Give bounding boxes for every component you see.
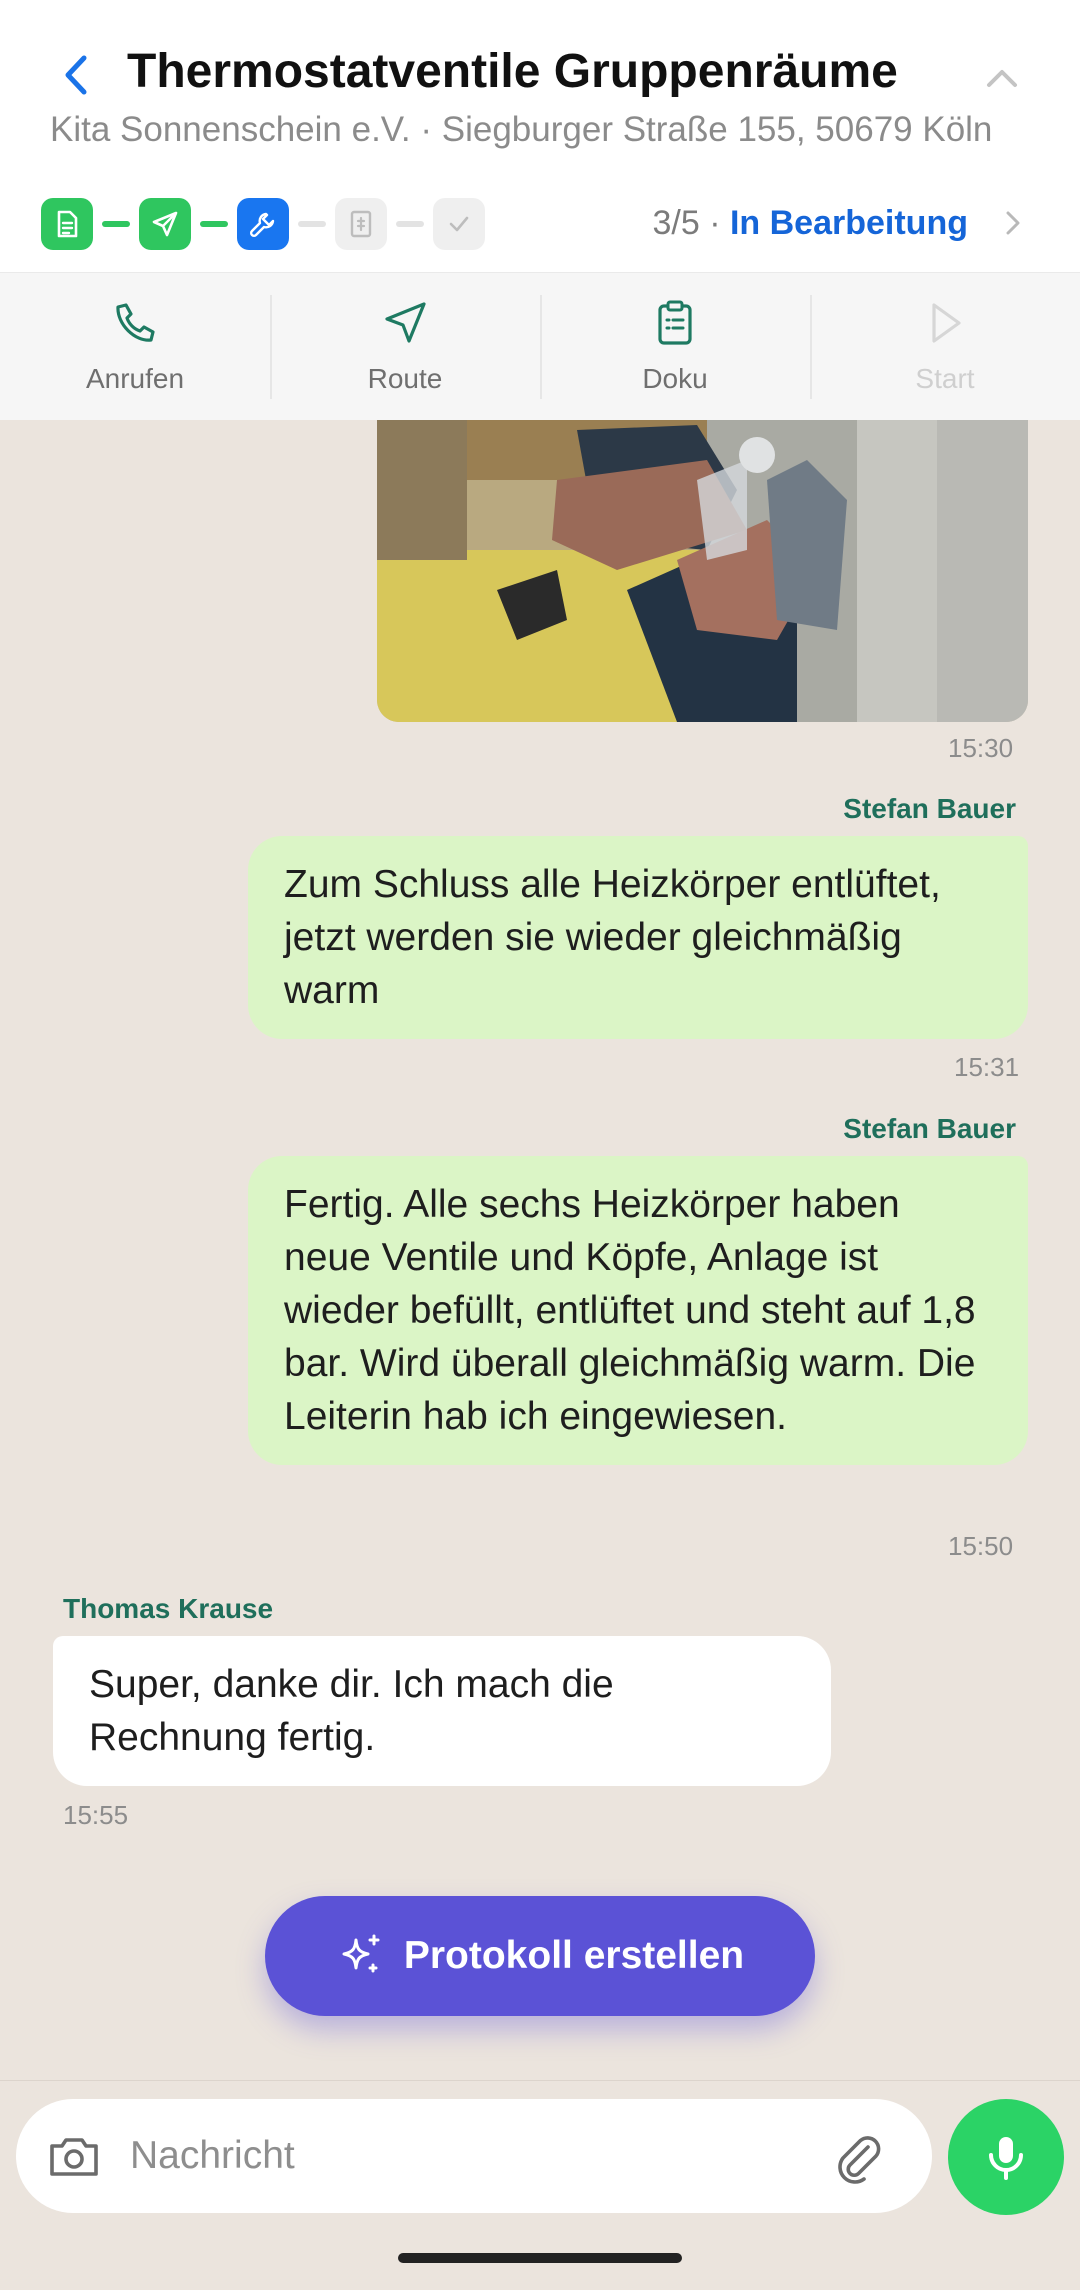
message-bubble-outgoing[interactable]: Fertig. Alle sechs Heizkörper haben neue… <box>248 1156 1028 1465</box>
step-complete[interactable] <box>433 198 485 250</box>
call-button[interactable]: Anrufen <box>0 273 270 420</box>
photo-radiator-valve <box>377 420 1028 722</box>
sparkles-icon <box>342 1934 380 1973</box>
camera-icon[interactable] <box>46 2128 102 2184</box>
route-label: Route <box>367 363 443 394</box>
home-indicator[interactable] <box>398 2253 682 2263</box>
voice-record-button[interactable] <box>948 2099 1064 2215</box>
document-icon <box>57 210 78 238</box>
message-sender: Stefan Bauer <box>843 1113 1016 1144</box>
message-time: 15:31 <box>954 1052 1020 1082</box>
route-button[interactable]: Route <box>270 273 540 420</box>
create-protocol-label: Protokoll erstellen <box>403 1934 745 1977</box>
check-icon <box>449 216 469 232</box>
back-arrow-icon[interactable] <box>52 50 102 100</box>
progress-separator: · <box>699 204 730 242</box>
phone-icon <box>116 303 155 342</box>
call-label: Anrufen <box>85 363 185 394</box>
paperclip-icon[interactable] <box>828 2125 888 2185</box>
message-input[interactable] <box>130 2121 810 2191</box>
job-title[interactable]: Thermostatventile Gruppenräume <box>127 44 957 99</box>
invoice-icon <box>350 210 372 238</box>
progress-steps <box>41 198 485 250</box>
microphone-icon <box>989 2137 1023 2180</box>
message-input-container <box>16 2099 932 2213</box>
doku-button[interactable]: Doku <box>540 273 810 420</box>
create-protocol-button[interactable]: Protokoll erstellen <box>265 1896 815 2016</box>
navigation-icon <box>385 302 426 343</box>
clipboard-icon <box>658 300 692 345</box>
play-icon <box>932 303 961 343</box>
send-icon <box>152 211 178 237</box>
start-button[interactable]: Start <box>810 273 1080 420</box>
message-sender: Thomas Krause <box>63 1593 274 1624</box>
step-connector <box>102 221 130 227</box>
step-connector <box>200 221 228 227</box>
message-time: 15:50 <box>948 1531 1014 1561</box>
step-send[interactable] <box>139 198 191 250</box>
chevron-up-icon[interactable] <box>982 58 1022 98</box>
message-time: 15:30 <box>948 733 1014 763</box>
step-connector <box>396 221 424 227</box>
message-sender: Stefan Bauer <box>843 793 1016 824</box>
step-document[interactable] <box>41 198 93 250</box>
message-bubble-incoming[interactable]: Super, danke dir. Ich mach die Rechnung … <box>53 1636 831 1786</box>
chat-header: Thermostatventile Gruppenräume Kita Sonn… <box>0 0 1080 272</box>
step-work[interactable] <box>237 198 289 250</box>
message-bubble-outgoing[interactable]: Zum Schluss alle Heizkörper entlüftet, j… <box>248 836 1028 1039</box>
message-time: 15:55 <box>63 1800 129 1830</box>
status-label: In Bearbeitung <box>729 204 968 242</box>
step-progress[interactable]: 3/5 · In Bearbeitung <box>652 204 968 243</box>
chevron-right-icon[interactable] <box>998 208 1028 238</box>
step-counter: 3/5 <box>652 204 700 242</box>
wrench-icon <box>249 212 275 238</box>
step-connector <box>298 221 326 227</box>
action-bar: Anrufen Route Doku Start <box>0 272 1080 420</box>
message-photo[interactable] <box>377 420 1028 722</box>
step-invoice[interactable] <box>335 198 387 250</box>
doku-label: Doku <box>642 363 708 394</box>
customer-address: Kita Sonnenschein e.V. · Siegburger Stra… <box>50 110 993 149</box>
start-label: Start <box>915 363 975 394</box>
